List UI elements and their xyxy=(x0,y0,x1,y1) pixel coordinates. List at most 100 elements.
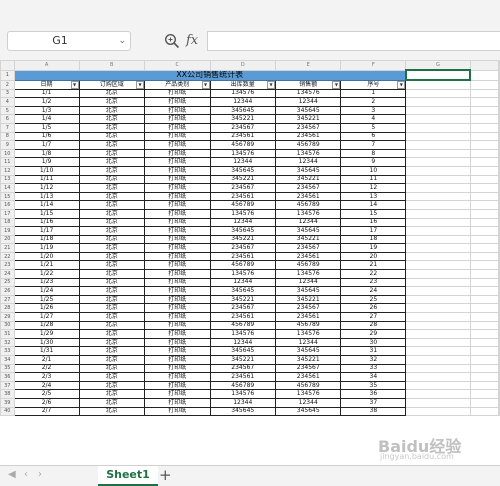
row-header[interactable]: 29 xyxy=(0,312,15,322)
cell[interactable] xyxy=(469,294,500,305)
table-cell[interactable]: 打印纸 xyxy=(144,363,211,374)
table-cell[interactable]: 打印纸 xyxy=(144,372,211,382)
table-cell[interactable]: 北京 xyxy=(78,183,145,193)
cell[interactable] xyxy=(498,320,500,331)
cell[interactable] xyxy=(469,79,500,90)
row-header[interactable]: 2 xyxy=(0,79,15,90)
table-cell[interactable]: 北京 xyxy=(78,114,145,124)
row-header[interactable]: 40 xyxy=(0,406,15,417)
table-cell[interactable]: 北京 xyxy=(78,200,145,210)
table-cell[interactable]: 2 xyxy=(340,97,407,107)
table-cell[interactable]: 打印纸 xyxy=(144,88,211,99)
row-header[interactable]: 24 xyxy=(0,269,15,279)
table-cell[interactable]: 打印纸 xyxy=(144,148,211,159)
cell[interactable] xyxy=(405,286,471,296)
table-cell[interactable]: 1/28 xyxy=(13,320,80,331)
cell[interactable] xyxy=(469,277,500,288)
table-cell[interactable]: 456789 xyxy=(274,140,342,150)
table-cell[interactable]: 18 xyxy=(340,234,407,245)
table-cell[interactable]: 456789 xyxy=(209,140,276,150)
table-cell[interactable]: 北京 xyxy=(78,97,145,107)
table-cell[interactable]: 33 xyxy=(340,363,407,374)
cell[interactable] xyxy=(498,131,500,142)
table-cell[interactable]: 北京 xyxy=(78,234,145,245)
table-cell[interactable]: 14 xyxy=(340,200,407,210)
table-cell[interactable]: 北京 xyxy=(78,226,145,236)
table-cell[interactable]: 9 xyxy=(340,157,407,167)
cell[interactable] xyxy=(405,337,471,348)
table-cell[interactable]: 12344 xyxy=(209,157,276,167)
cell[interactable] xyxy=(498,208,500,219)
table-cell[interactable]: 北京 xyxy=(78,294,145,305)
table-cell[interactable]: 134576 xyxy=(274,389,342,399)
cell[interactable] xyxy=(469,406,500,417)
table-cell[interactable]: 1/18 xyxy=(13,234,80,245)
table-cell[interactable]: 北京 xyxy=(78,380,145,391)
cell[interactable] xyxy=(498,88,500,99)
cell[interactable] xyxy=(469,183,500,193)
cell[interactable] xyxy=(469,131,500,142)
cell[interactable] xyxy=(498,277,500,288)
table-cell[interactable]: 1/3 xyxy=(13,105,80,116)
table-cell[interactable]: 12344 xyxy=(274,337,342,348)
cell[interactable] xyxy=(498,226,500,236)
table-cell[interactable]: 打印纸 xyxy=(144,165,211,176)
cell-table[interactable]: A B C D E F G 1 XX公司销售统计表 2 日期 ▼ 订购区域 ▼ 产品类别 ▼ 出库数量 ▼ 销售额 ▼… xyxy=(0,60,500,417)
table-cell[interactable]: 345221 xyxy=(274,174,342,185)
table-cell[interactable]: 12344 xyxy=(274,97,342,107)
cell[interactable] xyxy=(469,105,500,116)
table-cell[interactable]: 北京 xyxy=(78,397,145,408)
table-cell[interactable]: 1/29 xyxy=(13,329,80,339)
table-cell[interactable]: 234561 xyxy=(274,251,342,262)
cell[interactable] xyxy=(469,243,500,253)
cell[interactable] xyxy=(405,88,471,99)
zoom-icon[interactable] xyxy=(164,33,180,49)
row-header[interactable]: 19 xyxy=(0,226,15,236)
filter-dropdown-icon[interactable]: ▼ xyxy=(397,81,405,89)
table-cell[interactable]: 北京 xyxy=(78,157,145,167)
table-cell[interactable]: 北京 xyxy=(78,320,145,331)
table-cell[interactable]: 北京 xyxy=(78,355,145,365)
cell[interactable] xyxy=(469,97,500,107)
cell[interactable] xyxy=(469,200,500,210)
cell[interactable] xyxy=(405,397,471,408)
table-cell[interactable]: 234567 xyxy=(209,363,276,374)
cell[interactable] xyxy=(469,251,500,262)
cell[interactable] xyxy=(469,157,500,167)
table-cell[interactable]: 12344 xyxy=(274,277,342,288)
cell[interactable] xyxy=(405,97,471,107)
cell[interactable] xyxy=(405,165,471,176)
table-cell[interactable]: 打印纸 xyxy=(144,303,211,314)
selected-cell-g1[interactable] xyxy=(404,69,472,81)
table-cell[interactable]: 22 xyxy=(340,269,407,279)
table-cell[interactable]: 1/9 xyxy=(13,157,80,167)
table-cell[interactable]: 1/31 xyxy=(13,346,80,356)
row-header[interactable]: 28 xyxy=(0,303,15,314)
cell[interactable] xyxy=(405,346,471,356)
table-cell[interactable]: 12344 xyxy=(209,337,276,348)
first-sheet-icon[interactable]: ◀ xyxy=(8,469,16,480)
table-cell[interactable]: 234561 xyxy=(274,131,342,142)
cell[interactable] xyxy=(498,269,500,279)
table-cell[interactable]: 345645 xyxy=(209,286,276,296)
cell[interactable] xyxy=(405,277,471,288)
table-cell[interactable]: 134576 xyxy=(274,269,342,279)
row-header[interactable]: 38 xyxy=(0,389,15,399)
cell[interactable] xyxy=(469,372,500,382)
table-cell[interactable]: 345645 xyxy=(209,165,276,176)
column-header[interactable]: E xyxy=(274,60,342,71)
table-cell[interactable]: 12344 xyxy=(209,277,276,288)
table-cell[interactable]: 1/4 xyxy=(13,114,80,124)
table-cell[interactable]: 234567 xyxy=(209,122,276,133)
row-header[interactable]: 26 xyxy=(0,286,15,296)
cell[interactable] xyxy=(469,69,500,81)
table-cell[interactable]: 1/7 xyxy=(13,140,80,150)
cell[interactable] xyxy=(498,372,500,382)
column-title[interactable]: 产品类别 ▼ xyxy=(144,79,211,90)
cell[interactable] xyxy=(469,191,500,202)
column-title[interactable]: 序号 ▼ xyxy=(340,79,407,90)
next-sheet-icon[interactable]: › xyxy=(38,469,42,480)
table-cell[interactable]: 134576 xyxy=(274,148,342,159)
row-header[interactable]: 16 xyxy=(0,200,15,210)
table-cell[interactable]: 打印纸 xyxy=(144,97,211,107)
